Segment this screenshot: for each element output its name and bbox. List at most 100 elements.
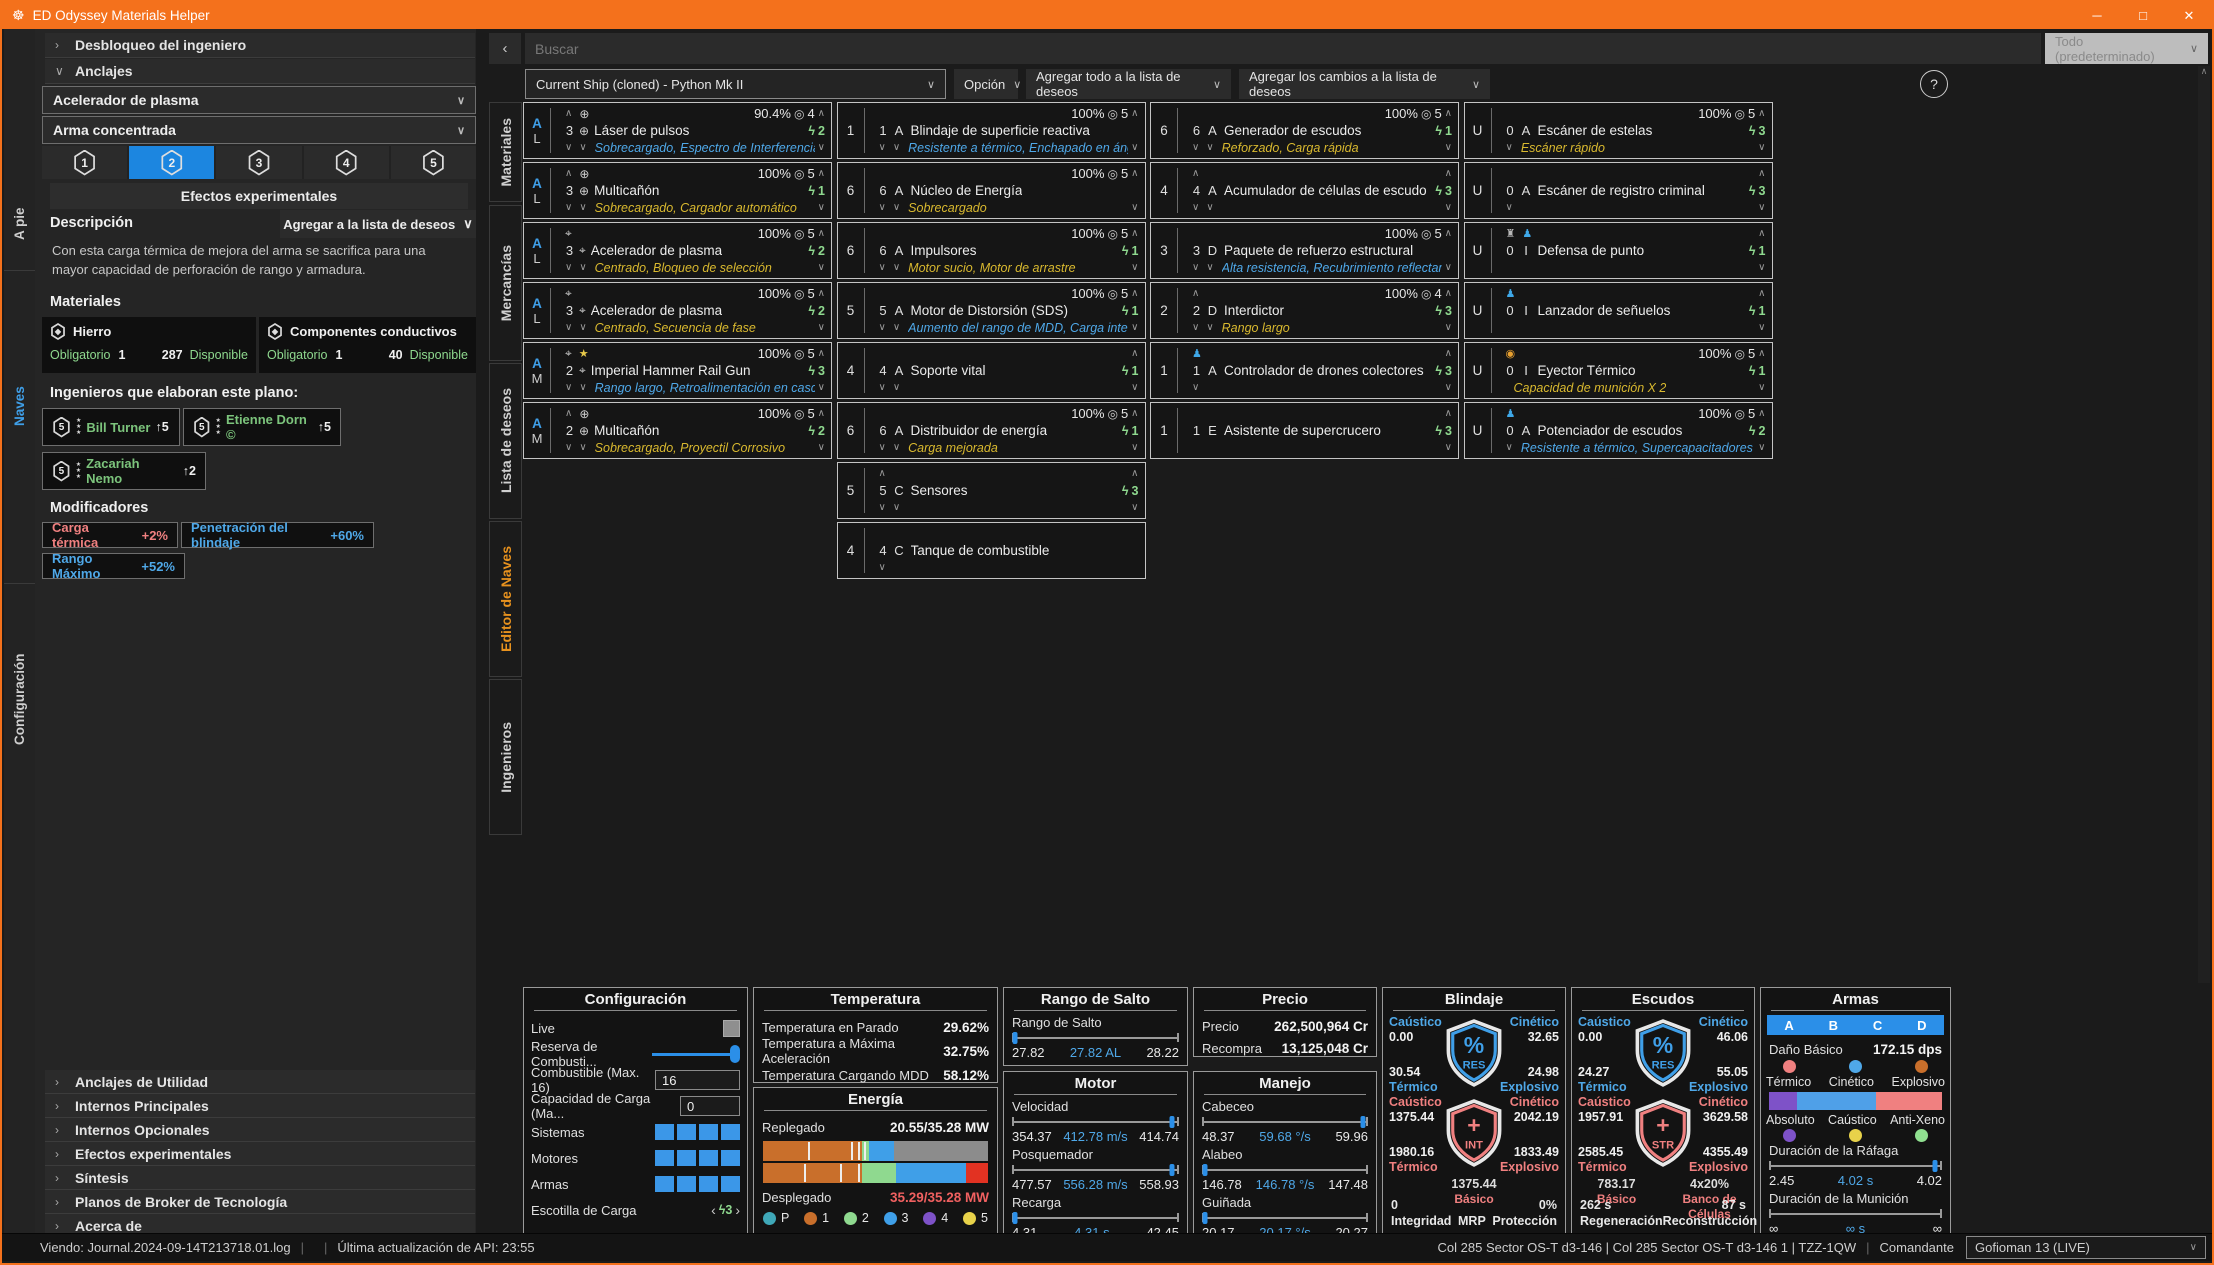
sidebar-section-planos-de-broker-de-tecnología[interactable]: ›Planos de Broker de Tecnología (45, 1190, 475, 1214)
module-card[interactable]: U♟∧0ILanzador de señuelosϟ1∨ (1464, 282, 1773, 339)
grade-down-icon[interactable]: ∨ (1758, 382, 1765, 393)
grade-up-icon[interactable]: ∧ (1131, 348, 1138, 359)
size-down-icon[interactable]: ∨ (879, 322, 886, 333)
commander-dropdown[interactable]: Gofioman 13 (LIVE)∨ (1966, 1236, 2206, 1259)
pip[interactable] (721, 1124, 740, 1140)
add-to-wishlist-button[interactable]: Agregar a la lista de deseos∨ (280, 210, 476, 238)
module-card[interactable]: 3100%◎5∧3DPaquete de refuerzo estructura… (1150, 222, 1459, 279)
size-down-icon[interactable]: ∨ (579, 382, 586, 393)
size-down-icon[interactable]: ∨ (565, 442, 572, 453)
slider-thumb[interactable] (1203, 1212, 1208, 1224)
grade-3-button[interactable]: 3 (216, 146, 301, 179)
size-down-icon[interactable]: ∨ (893, 502, 900, 513)
module-card[interactable]: 6100%◎5∧6AGenerador de escudosϟ1∨∨Reforz… (1150, 102, 1459, 159)
grade-down-icon[interactable]: ∨ (1445, 202, 1452, 213)
grade-up-icon[interactable]: ∧ (818, 408, 825, 419)
fuel-reserve-slider[interactable] (652, 1045, 740, 1063)
grade-up-icon[interactable]: ∧ (1445, 288, 1452, 299)
experimental-effects-button[interactable]: Efectos experimentales (50, 183, 468, 209)
stat-slider[interactable]: Posquemador477.57556.28 m/s558.93 (1004, 1147, 1187, 1195)
size-down-icon[interactable]: ∨ (565, 202, 572, 213)
vertical-scrollbar[interactable]: ∧ (2198, 66, 2210, 983)
module-card[interactable]: U♟100%◎5∧0APotenciador de escudosϟ2∨Resi… (1464, 402, 1773, 459)
grade-down-icon[interactable]: ∨ (1445, 382, 1452, 393)
slider-thumb[interactable] (1361, 1116, 1366, 1128)
option-dropdown[interactable]: Opción ∨ (954, 69, 1018, 99)
module-card[interactable]: 6100%◎5∧6AImpulsoresϟ1∨∨Motor sucio, Mot… (837, 222, 1146, 279)
grade-up-icon[interactable]: ∧ (1758, 228, 1765, 239)
grade-up-icon[interactable]: ∧ (1758, 168, 1765, 179)
size-down-icon[interactable]: ∨ (1192, 142, 1199, 153)
tab-lista-de-deseos[interactable]: Lista de deseos (489, 363, 522, 519)
grade-down-icon[interactable]: ∨ (1131, 382, 1138, 393)
cargo-input[interactable] (680, 1096, 740, 1116)
size-down-icon[interactable]: ∨ (893, 262, 900, 273)
stat-slider[interactable]: Duración de la Ráfaga2.454.02 s4.02 (1761, 1143, 1950, 1191)
grade-down-icon[interactable]: ∨ (1758, 262, 1765, 273)
search-input[interactable] (525, 33, 2041, 64)
size-down-icon[interactable]: ∨ (1506, 202, 1513, 213)
blueprint-dropdown[interactable]: Acelerador de plasma∨ (42, 86, 476, 114)
size-down-icon[interactable]: ∨ (879, 382, 886, 393)
pip[interactable] (699, 1124, 718, 1140)
grade-down-icon[interactable]: ∨ (1131, 442, 1138, 453)
module-card[interactable]: AL∧⊕90.4%◎4∧3⊕Láser de pulsosϟ2∨∨Sobreca… (523, 102, 832, 159)
size-up-icon[interactable]: ∧ (879, 468, 886, 479)
size-down-icon[interactable]: ∨ (893, 202, 900, 213)
grade-down-icon[interactable]: ∨ (818, 262, 825, 273)
size-down-icon[interactable]: ∨ (565, 142, 572, 153)
weapon-tab-d[interactable]: D (1917, 1018, 1926, 1033)
module-card[interactable]: 2∧100%◎4∧2DInterdictorϟ3∨∨Rango largo∨ (1150, 282, 1459, 339)
module-card[interactable]: 1∧1EAsistente de supercruceroϟ3∨ (1150, 402, 1459, 459)
slider-thumb[interactable] (1203, 1164, 1208, 1176)
close-button[interactable]: ✕ (2166, 2, 2212, 29)
size-down-icon[interactable]: ∨ (879, 202, 886, 213)
module-card[interactable]: 44CTanque de combustible∨ (837, 522, 1146, 579)
slider-thumb[interactable] (1013, 1212, 1018, 1224)
grade-5-button[interactable]: 5 (391, 146, 476, 179)
module-card[interactable]: U100%◎5∧0AEscáner de estelasϟ3∨Escáner r… (1464, 102, 1773, 159)
left-tab-naves[interactable]: Naves (4, 359, 35, 454)
pip[interactable] (699, 1176, 718, 1192)
size-down-icon[interactable]: ∨ (879, 262, 886, 273)
grade-up-icon[interactable]: ∧ (1758, 108, 1765, 119)
add-all-wishlist-button[interactable]: Agregar todo a la lista de deseos ∨ (1026, 69, 1231, 99)
grade-4-button[interactable]: 4 (304, 146, 389, 179)
grade-down-icon[interactable]: ∨ (1131, 142, 1138, 153)
tab-editor-de-naves[interactable]: Editor de Naves (489, 521, 522, 677)
pip[interactable] (721, 1150, 740, 1166)
size-down-icon[interactable]: ∨ (565, 322, 572, 333)
pip[interactable] (677, 1176, 696, 1192)
jump-range-slider[interactable]: Rango de Salto27.8227.82 AL28.22 (1004, 1015, 1187, 1063)
collapse-sidebar-button[interactable]: ‹ (489, 33, 521, 64)
module-card[interactable]: U∧0AEscáner de registro criminalϟ3∨∨ (1464, 162, 1773, 219)
sidebar-section-hardpoints[interactable]: ∨Anclajes (45, 59, 475, 84)
weapon-tab-b[interactable]: B (1829, 1018, 1838, 1033)
size-down-icon[interactable]: ∨ (565, 262, 572, 273)
module-card[interactable]: 1100%◎5∧1ABlindaje de superficie reactiv… (837, 102, 1146, 159)
size-down-icon[interactable]: ∨ (893, 142, 900, 153)
module-card[interactable]: U◉100%◎5∧0IEyector Térmicoϟ1Capacidad de… (1464, 342, 1773, 399)
size-down-icon[interactable]: ∨ (893, 322, 900, 333)
grade-down-icon[interactable]: ∨ (1758, 322, 1765, 333)
minimize-button[interactable]: ─ (2074, 2, 2120, 29)
grade-up-icon[interactable]: ∧ (1758, 348, 1765, 359)
size-up-icon[interactable]: ∧ (565, 168, 572, 179)
module-card[interactable]: 6100%◎5∧6ANúcleo de Energía∨∨Sobrecargad… (837, 162, 1146, 219)
pip[interactable] (655, 1150, 674, 1166)
live-checkbox[interactable] (723, 1020, 740, 1037)
stepper-left-icon[interactable]: ‹ (711, 1202, 716, 1218)
size-down-icon[interactable]: ∨ (1192, 262, 1199, 273)
grade-up-icon[interactable]: ∧ (818, 168, 825, 179)
grade-up-icon[interactable]: ∧ (1445, 168, 1452, 179)
pip[interactable] (655, 1176, 674, 1192)
ship-dropdown[interactable]: Current Ship (cloned) - Python Mk II ∨ (525, 69, 946, 99)
grade-up-icon[interactable]: ∧ (1445, 348, 1452, 359)
sidebar-section-síntesis[interactable]: ›Síntesis (45, 1166, 475, 1190)
grade-up-icon[interactable]: ∧ (1445, 408, 1452, 419)
grade-down-icon[interactable]: ∨ (818, 382, 825, 393)
grade-up-icon[interactable]: ∧ (818, 348, 825, 359)
module-card[interactable]: 1♟∧1AControlador de drones colectoresϟ3∨… (1150, 342, 1459, 399)
module-card[interactable]: AM⌖★100%◎5∧2⌖Imperial Hammer Rail Gunϟ3∨… (523, 342, 832, 399)
left-tab-configuración[interactable]: Configuración (4, 629, 35, 769)
